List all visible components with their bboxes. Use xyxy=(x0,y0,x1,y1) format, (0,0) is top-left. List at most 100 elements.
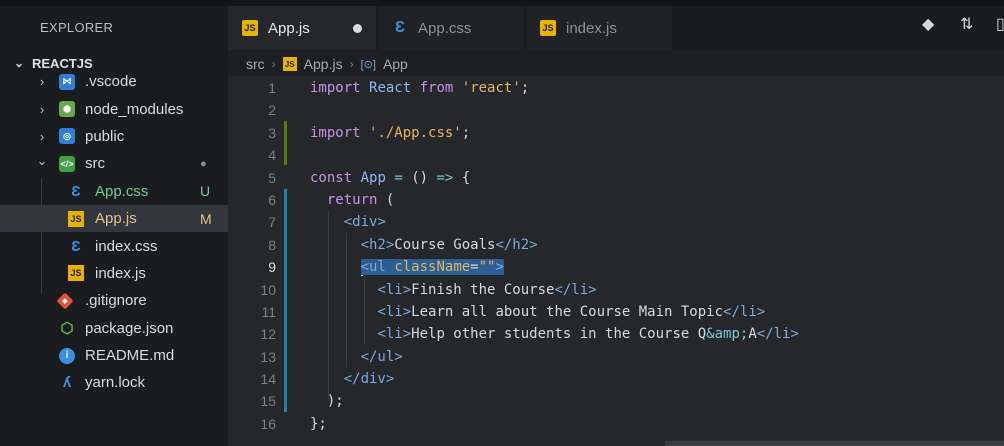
code-text: const App = () => { xyxy=(310,169,471,186)
tree-item-vscode[interactable]: › ⋈ .vscode xyxy=(0,68,228,95)
yarn-file-icon: ʎ xyxy=(62,374,72,392)
line-number: 2 xyxy=(268,102,276,119)
info-file-icon: i xyxy=(59,347,75,364)
tab-label: App.css xyxy=(418,19,472,37)
code-line: 16}; xyxy=(228,413,1004,435)
code-text: ); xyxy=(310,393,344,410)
tree-item-yarn-lock[interactable]: ʎ yarn.lock xyxy=(0,369,228,396)
tree-item-label: index.css xyxy=(95,237,158,255)
node-folder-icon: ⬢ xyxy=(59,101,75,118)
modified-badge: M xyxy=(200,210,212,227)
line-number: 7 xyxy=(268,214,276,231)
js-file-icon: JS xyxy=(68,265,84,282)
tab-index-js[interactable]: JS index.js xyxy=(526,6,672,50)
tree-item-app-css[interactable]: Ɛ App.css U xyxy=(0,178,228,205)
code-line: 14 </div> xyxy=(228,368,1004,390)
code-text: }; xyxy=(310,415,327,432)
code-line: 12 <li>Help other students in the Course… xyxy=(228,323,1004,345)
js-file-icon: JS xyxy=(540,20,556,36)
line-number: 6 xyxy=(268,191,276,208)
css-file-icon: Ɛ xyxy=(394,19,406,36)
css-file-icon: Ɛ xyxy=(71,182,81,200)
tree-item-node-modules[interactable]: › ⬢ node_modules xyxy=(0,95,228,122)
js-file-icon: JS xyxy=(282,57,297,71)
tree-item-label: .vscode xyxy=(85,73,137,91)
tree-item-index-css[interactable]: Ɛ index.css xyxy=(0,232,228,259)
line-number: 12 xyxy=(260,326,276,343)
code-line: 3 import './App.css'; xyxy=(228,122,1004,144)
public-folder-icon: ◎ xyxy=(59,128,75,145)
tab-bar: JS App.js Ɛ App.css JS index.js xyxy=(228,6,1004,50)
line-number: 13 xyxy=(260,348,276,365)
tree-item-index-js[interactable]: JS index.js xyxy=(0,260,228,287)
tree-item-label: yarn.lock xyxy=(85,374,146,392)
git-file-icon: ◆ xyxy=(56,292,74,310)
tree-item-src[interactable]: ⌄ </> src ● xyxy=(0,150,228,177)
line-number: 10 xyxy=(260,281,276,298)
pull-request-icon[interactable]: ⇅ xyxy=(960,14,973,34)
line-number: 15 xyxy=(260,393,276,410)
code-line: 2 xyxy=(228,99,1004,121)
tree-item-gitignore[interactable]: ◆ .gitignore xyxy=(0,287,228,314)
code-line: 11 <li>Learn all about the Course Main T… xyxy=(228,301,1004,323)
tree-item-label: README.md xyxy=(85,347,175,365)
code-text: <li>Finish the Course</li> xyxy=(377,281,597,298)
css-file-icon: Ɛ xyxy=(71,237,81,255)
line-number: 3 xyxy=(268,124,276,141)
explorer-title: EXPLORER xyxy=(40,20,114,35)
nodejs-file-icon: ⬡ xyxy=(60,320,74,338)
breadcrumb-src[interactable]: src xyxy=(246,56,265,72)
code-text: import React from 'react'; xyxy=(310,80,530,96)
code-line: 1 import React from 'react'; xyxy=(228,77,1004,99)
code-text: return ( xyxy=(326,191,395,208)
code-text: import './App.css'; xyxy=(310,124,471,141)
tree-item-app-js[interactable]: JS App.js M xyxy=(0,204,228,233)
tab-app-css[interactable]: Ɛ App.css xyxy=(378,6,524,50)
line-number: 14 xyxy=(260,371,276,388)
code-text: </div> xyxy=(343,371,395,388)
chevron-right-icon: › xyxy=(271,57,276,71)
tab-label: App.js xyxy=(268,19,310,37)
code-line: 5 const App = () => { xyxy=(228,167,1004,189)
git-compare-icon[interactable]: ◆ xyxy=(922,14,934,34)
modified-dot-badge: ● xyxy=(200,157,207,170)
chevron-right-icon: › xyxy=(349,57,354,71)
code-line: 6 return ( xyxy=(228,189,1004,211)
chevron-down-icon: ⌄ xyxy=(36,153,48,169)
tab-app-js[interactable]: JS App.js xyxy=(228,6,376,50)
tree-item-label: src xyxy=(85,155,105,173)
line-number: 1 xyxy=(268,80,276,96)
breadcrumb-file[interactable]: App.js xyxy=(304,56,343,72)
code-line: 15 ); xyxy=(228,390,1004,412)
tree-item-label: App.js xyxy=(95,210,137,228)
line-number: 16 xyxy=(260,415,276,432)
more-actions-icon[interactable]: ▯ xyxy=(996,14,1004,34)
tree-item-public[interactable]: › ◎ public xyxy=(0,123,228,150)
code-text: </ul> xyxy=(360,348,403,365)
code-text: <li>Help other students in the Course Q&… xyxy=(377,326,799,343)
tree-item-label: index.js xyxy=(95,264,146,282)
tree-item-label: .gitignore xyxy=(85,292,147,310)
code-text: <ul className=""> xyxy=(360,258,504,276)
breadcrumb-symbol[interactable]: App xyxy=(383,56,408,72)
line-number: 9 xyxy=(268,259,276,276)
breadcrumb: src › JS App.js › [⊙] App xyxy=(246,54,408,74)
symbol-icon: [⊙] xyxy=(360,58,376,71)
code-line: 4 xyxy=(228,144,1004,166)
line-number: 5 xyxy=(268,169,276,186)
code-line: 7 <div> xyxy=(228,211,1004,233)
horizontal-scrollbar[interactable] xyxy=(665,441,1004,446)
tree-item-readme[interactable]: i README.md xyxy=(0,342,228,369)
code-line: 10 <li>Finish the Course</li> xyxy=(228,279,1004,301)
unsaved-dot-icon[interactable] xyxy=(353,23,362,33)
code-text: <li>Learn all about the Course Main Topi… xyxy=(377,303,766,320)
tree-item-label: App.css xyxy=(95,182,149,200)
untracked-badge: U xyxy=(200,183,211,200)
code-line-current: 9 <ul className=""> xyxy=(228,256,1004,278)
tab-label: index.js xyxy=(566,19,617,37)
vscode-folder-icon: ⋈ xyxy=(59,73,75,90)
tree-item-label: public xyxy=(85,127,125,145)
file-tree: › ⋈ .vscode › ⬢ node_modules › ◎ public … xyxy=(0,68,228,397)
tree-item-package-json[interactable]: ⬡ package.json xyxy=(0,315,228,342)
chevron-right-icon: › xyxy=(39,74,45,90)
